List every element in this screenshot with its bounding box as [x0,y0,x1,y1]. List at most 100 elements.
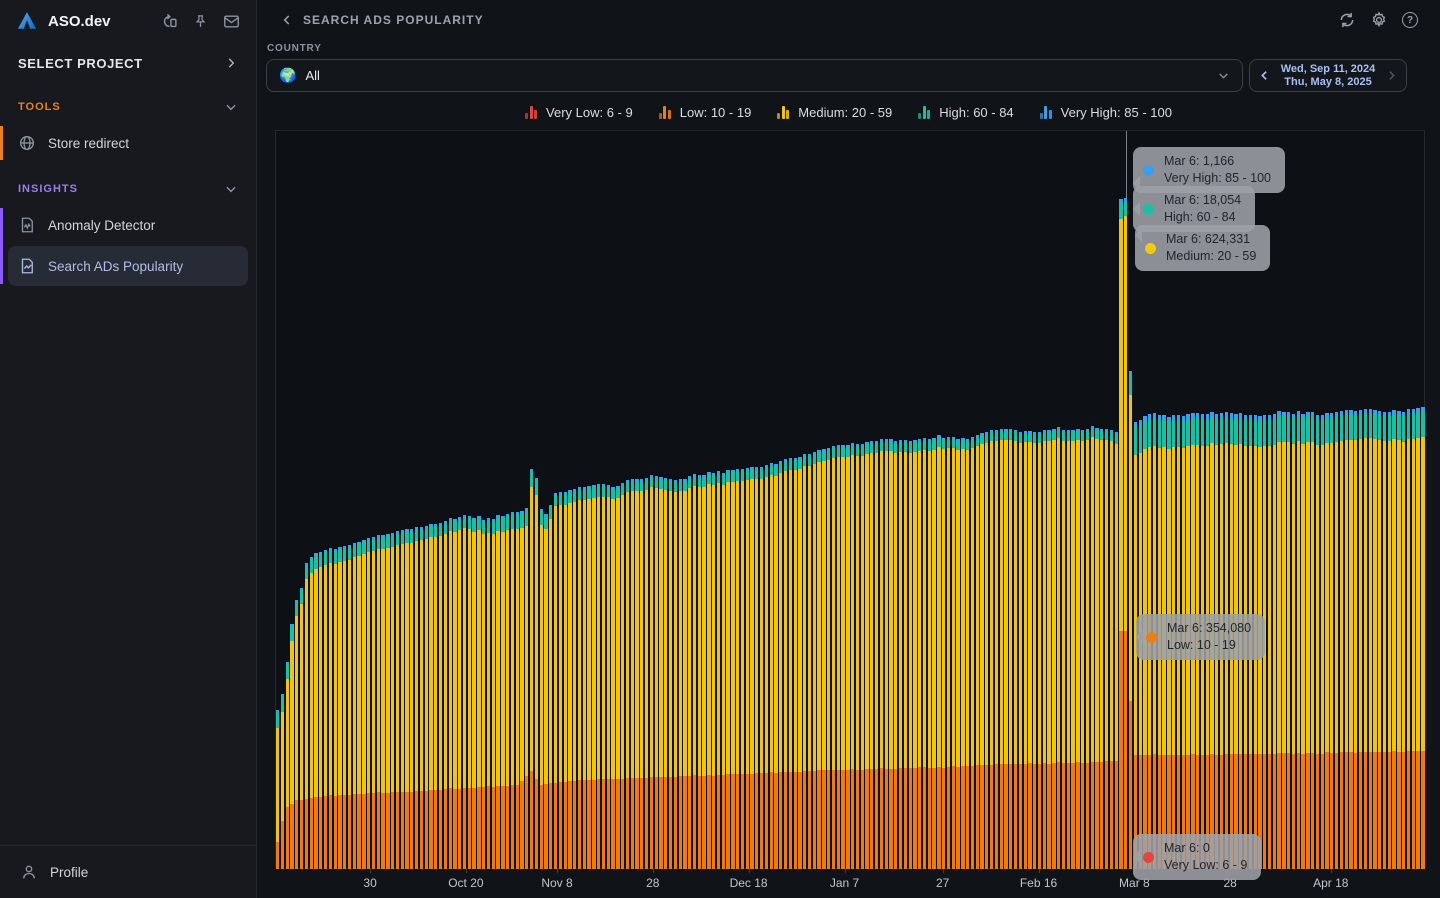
bar-segment[interactable] [880,768,883,869]
bar-segment[interactable] [904,768,907,869]
section-header-insights[interactable]: INSIGHTS [0,162,256,206]
bar-segment[interactable] [549,519,552,783]
bar-segment[interactable] [564,782,567,869]
bar-segment[interactable] [1397,440,1400,752]
bar-segment[interactable] [813,454,816,464]
bar-segment[interactable] [1062,763,1065,869]
bar-segment[interactable] [827,450,830,460]
bar-segment[interactable] [449,520,452,531]
bar-segment[interactable] [372,551,375,793]
bar-segment[interactable] [343,795,346,869]
bar-segment[interactable] [415,541,418,791]
bar-segment[interactable] [396,533,399,545]
bar-segment[interactable] [956,450,959,767]
bar-segment[interactable] [377,549,380,792]
bar-segment[interactable] [985,443,988,765]
bar-segment[interactable] [362,542,365,554]
bar-segment[interactable] [516,529,519,785]
bar-segment[interactable] [1143,449,1146,755]
bar-segment[interactable] [1071,763,1074,869]
bar-segment[interactable] [1416,751,1419,869]
bar-segment[interactable] [607,497,610,779]
bar-segment[interactable] [1359,439,1362,752]
bar-segment[interactable] [1024,442,1027,764]
bar-segment[interactable] [295,602,298,616]
bar-segment[interactable] [334,796,337,869]
bar-segment[interactable] [487,520,490,533]
bar-segment[interactable] [1359,414,1362,439]
bar-segment[interactable] [827,460,830,770]
bar-segment[interactable] [861,446,864,456]
bar-segment[interactable] [1249,446,1252,754]
bar-segment[interactable] [568,781,571,869]
bar-segment[interactable] [1052,440,1055,763]
bar-segment[interactable] [286,664,289,679]
back-icon[interactable] [280,13,294,27]
bar-segment[interactable] [655,777,658,869]
bar-segment[interactable] [1091,437,1094,762]
legend-item[interactable]: Low: 10 - 19 [659,105,752,120]
bar-segment[interactable] [329,550,332,563]
bar-segment[interactable] [338,562,341,795]
bar-segment[interactable] [434,537,437,790]
bar-segment[interactable] [885,451,888,769]
bar-segment[interactable] [669,491,672,777]
bar-segment[interactable] [664,777,667,869]
bar-segment[interactable] [1325,752,1328,869]
bar-segment[interactable] [760,773,763,869]
bar-segment[interactable] [1239,444,1242,754]
bar-segment[interactable] [1081,763,1084,869]
bar-segment[interactable] [530,471,533,487]
bar-segment[interactable] [544,529,547,784]
bar-segment[interactable] [295,800,298,869]
bar-segment[interactable] [683,481,686,491]
bar-segment[interactable] [717,483,720,775]
bar-segment[interactable] [1076,762,1079,869]
bar-segment[interactable] [1129,395,1132,701]
bar-segment[interactable] [540,511,543,525]
bar-segment[interactable] [755,773,758,869]
bar-segment[interactable] [1196,418,1199,445]
bar-segment[interactable] [425,528,428,539]
bar-segment[interactable] [372,793,375,869]
bar-segment[interactable] [276,842,279,869]
bar-segment[interactable] [913,452,916,768]
bar-segment[interactable] [463,788,466,869]
bar-segment[interactable] [621,779,624,869]
bar-segment[interactable] [803,771,806,869]
bar-segment[interactable] [1263,754,1266,869]
bar-segment[interactable] [1345,414,1348,440]
bar-segment[interactable] [535,480,538,495]
bar-segment[interactable] [525,526,528,776]
bar-segment[interactable] [990,432,993,441]
bar-segment[interactable] [1043,763,1046,869]
bar-segment[interactable] [712,485,715,776]
bar-segment[interactable] [817,462,820,770]
bar-segment[interactable] [1407,413,1410,439]
bar-segment[interactable] [726,774,729,869]
bar-segment[interactable] [401,792,404,869]
bar-segment[interactable] [1239,418,1242,444]
bar-segment[interactable] [1378,440,1381,752]
bar-segment[interactable] [631,481,634,491]
bar-segment[interactable] [784,772,787,869]
bar-segment[interactable] [1201,419,1204,446]
bar-segment[interactable] [995,432,998,441]
bar-segment[interactable] [1162,420,1165,447]
bar-segment[interactable] [856,446,859,456]
bar-segment[interactable] [1273,419,1276,445]
bar-segment[interactable] [932,768,935,869]
bar-segment[interactable] [405,531,408,543]
bar-segment[interactable] [1081,432,1084,441]
bar-segment[interactable] [501,786,504,869]
bar-segment[interactable] [357,794,360,869]
bar-segment[interactable] [837,457,840,770]
bar-segment[interactable] [535,779,538,869]
bar-segment[interactable] [1019,764,1022,869]
bar-segment[interactable] [1335,416,1338,442]
bar-segment[interactable] [477,530,480,787]
bar-segment[interactable] [1206,419,1209,446]
bar-segment[interactable] [803,466,806,771]
bar-segment[interactable] [1100,440,1103,762]
bar-segment[interactable] [1057,429,1060,438]
